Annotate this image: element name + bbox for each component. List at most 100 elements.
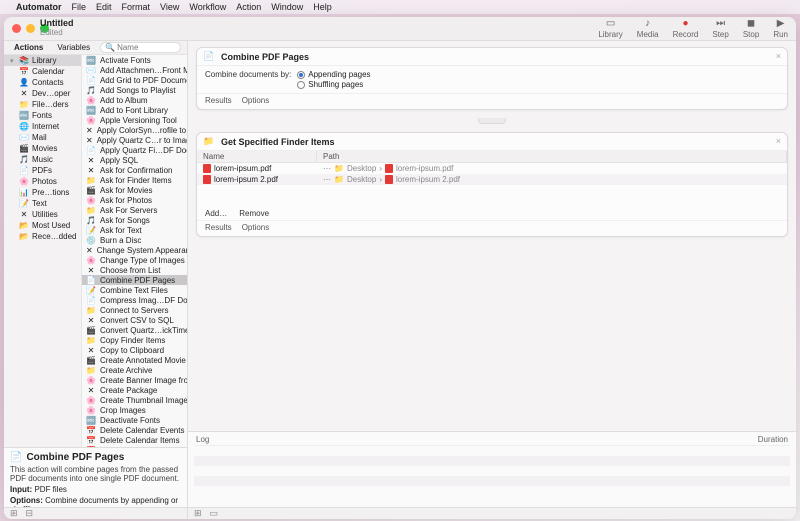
toolbar-record[interactable]: ●Record <box>673 19 699 39</box>
action-item[interactable]: 📅Delete Calendar Events <box>82 425 187 435</box>
category-item[interactable]: 📂Rece…dded <box>4 231 81 242</box>
action-list[interactable]: 🔤Activate Fonts✉️Add Attachmen…Front Mes… <box>82 55 187 447</box>
action-item[interactable]: 📁Copy Finder Items <box>82 335 187 345</box>
card-results-button[interactable]: Results <box>205 96 232 105</box>
action-item[interactable]: 🌸Create Thumbnail Images <box>82 395 187 405</box>
action-item[interactable]: 🎬Convert Quartz…ickTime Movies <box>82 325 187 335</box>
menu-help[interactable]: Help <box>313 2 332 12</box>
action-item[interactable]: 🔤Deactivate Fonts <box>82 415 187 425</box>
toolbar-media[interactable]: ♪Media <box>637 19 659 39</box>
category-item[interactable]: ✉️Mail <box>4 132 81 143</box>
action-item[interactable]: 🌸Crop Images <box>82 405 187 415</box>
category-item[interactable]: 🎬Movies <box>4 143 81 154</box>
action-item[interactable]: 🌸Create Banner Image from Text <box>82 375 187 385</box>
toolbar-library[interactable]: ▭Library <box>598 19 622 39</box>
menu-file[interactable]: File <box>72 2 87 12</box>
menu-app[interactable]: Automator <box>16 2 62 12</box>
status-icon-2[interactable]: ⊟ <box>26 508 34 519</box>
action-item[interactable]: 🌸Add to Album <box>82 95 187 105</box>
close-icon[interactable]: × <box>776 51 781 61</box>
combine-label: Combine documents by: <box>205 70 291 79</box>
action-item[interactable]: 📄Apply Quartz Fi…DF Documents <box>82 145 187 155</box>
minimize-window-button[interactable] <box>26 24 35 33</box>
menu-workflow[interactable]: Workflow <box>189 2 226 12</box>
category-item[interactable]: 🎵Music <box>4 154 81 165</box>
menu-window[interactable]: Window <box>271 2 303 12</box>
action-item[interactable]: 🌸Change Type of Images <box>82 255 187 265</box>
category-list[interactable]: ▾📚Library📅Calendar👤Contacts✕Dev…oper📁Fil… <box>4 55 82 447</box>
status-icon[interactable]: ▭ <box>210 508 219 519</box>
card-options-button[interactable]: Options <box>242 96 270 105</box>
action-item[interactable]: 🎬Create Annotated Movie File <box>82 355 187 365</box>
search-input[interactable] <box>117 43 176 52</box>
category-item[interactable]: 📄PDFs <box>4 165 81 176</box>
action-item[interactable]: ✕Apply ColorSyn…rofile to Images <box>82 125 187 135</box>
status-icon-1[interactable]: ⊞ <box>10 508 18 519</box>
action-item[interactable]: 🎵Ask for Songs <box>82 215 187 225</box>
action-item[interactable]: 🎵Add Songs to Playlist <box>82 85 187 95</box>
action-item[interactable]: 📁Connect to Servers <box>82 305 187 315</box>
workflow-canvas[interactable]: 📄 Combine PDF Pages × Combine documents … <box>188 41 796 431</box>
category-item[interactable]: 📁File…ders <box>4 99 81 110</box>
remove-button[interactable]: Remove <box>239 209 269 218</box>
category-item[interactable]: 🔤Fonts <box>4 110 81 121</box>
action-item[interactable]: ✉️Add Attachmen…Front Message <box>82 65 187 75</box>
tab-actions[interactable]: Actions <box>10 42 47 53</box>
toolbar-step[interactable]: ⏭Step <box>712 19 728 39</box>
tab-variables[interactable]: Variables <box>53 42 94 53</box>
action-item[interactable]: ✕Copy to Clipboard <box>82 345 187 355</box>
category-item[interactable]: 🌸Photos <box>4 176 81 187</box>
category-item[interactable]: ✕Dev…oper <box>4 88 81 99</box>
action-item[interactable]: ✕Apply SQL <box>82 155 187 165</box>
action-item[interactable]: 📅Delete Calendar Items <box>82 435 187 445</box>
col-path[interactable]: Path <box>317 151 787 162</box>
category-item[interactable]: 📊Pre…tions <box>4 187 81 198</box>
toolbar-stop[interactable]: ◼Stop <box>743 19 759 39</box>
menu-action[interactable]: Action <box>236 2 261 12</box>
close-window-button[interactable] <box>12 24 21 33</box>
action-item[interactable]: 📄Combine PDF Pages <box>82 275 187 285</box>
category-item[interactable]: 🌐Internet <box>4 121 81 132</box>
radio-appending[interactable]: Appending pages <box>297 70 370 79</box>
category-item[interactable]: 📂Most Used <box>4 220 81 231</box>
action-item[interactable]: 🌸Apple Versioning Tool <box>82 115 187 125</box>
card-results-button[interactable]: Results <box>205 223 232 232</box>
action-item[interactable]: ✕Apply Quartz C…r to Image Files <box>82 135 187 145</box>
file-row[interactable]: lorem-ipsum 2.pdf⋯ 📁 Desktop › lorem-ips… <box>197 174 787 185</box>
action-item[interactable]: 📁Ask for Finder Items <box>82 175 187 185</box>
close-icon[interactable]: × <box>776 136 781 146</box>
action-item[interactable]: ✕Change System Appearance <box>82 245 187 255</box>
status-icon[interactable]: ⊞ <box>194 508 202 519</box>
action-item[interactable]: 🔤Add to Font Library <box>82 105 187 115</box>
action-item[interactable]: ✕Choose from List <box>82 265 187 275</box>
category-item[interactable]: 📅Calendar <box>4 66 81 77</box>
menu-view[interactable]: View <box>160 2 179 12</box>
action-item[interactable]: ✕Create Package <box>82 385 187 395</box>
action-item[interactable]: 📝Combine Text Files <box>82 285 187 295</box>
menu-format[interactable]: Format <box>122 2 151 12</box>
card-options-button[interactable]: Options <box>242 223 270 232</box>
category-item[interactable]: ▾📚Library <box>4 55 81 66</box>
add-button[interactable]: Add… <box>205 209 227 218</box>
action-item[interactable]: 💿Burn a Disc <box>82 235 187 245</box>
category-item[interactable]: 📝Text <box>4 198 81 209</box>
action-item[interactable]: 📄Compress Imag…DF Documents <box>82 295 187 305</box>
col-name[interactable]: Name <box>197 151 317 162</box>
action-item[interactable]: 🔤Activate Fonts <box>82 55 187 65</box>
radio-shuffling[interactable]: Shuffling pages <box>297 80 370 89</box>
action-item[interactable]: 🌸Ask for Photos <box>82 195 187 205</box>
description-panel: 📄Combine PDF Pages This action will comb… <box>4 447 187 507</box>
action-item[interactable]: ✕Convert CSV to SQL <box>82 315 187 325</box>
action-item[interactable]: 📁Create Archive <box>82 365 187 375</box>
action-item[interactable]: 📁Ask For Servers <box>82 205 187 215</box>
action-item[interactable]: 📝Ask for Text <box>82 225 187 235</box>
category-item[interactable]: 👤Contacts <box>4 77 81 88</box>
menu-edit[interactable]: Edit <box>96 2 112 12</box>
file-row[interactable]: lorem-ipsum.pdf⋯ 📁 Desktop › lorem-ipsum… <box>197 163 787 174</box>
action-item[interactable]: 📄Add Grid to PDF Documents <box>82 75 187 85</box>
search-field[interactable]: 🔍 <box>100 42 181 53</box>
category-item[interactable]: ✕Utilities <box>4 209 81 220</box>
action-item[interactable]: ✕Ask for Confirmation <box>82 165 187 175</box>
action-item[interactable]: 🎬Ask for Movies <box>82 185 187 195</box>
toolbar-run[interactable]: ▶Run <box>773 19 788 39</box>
